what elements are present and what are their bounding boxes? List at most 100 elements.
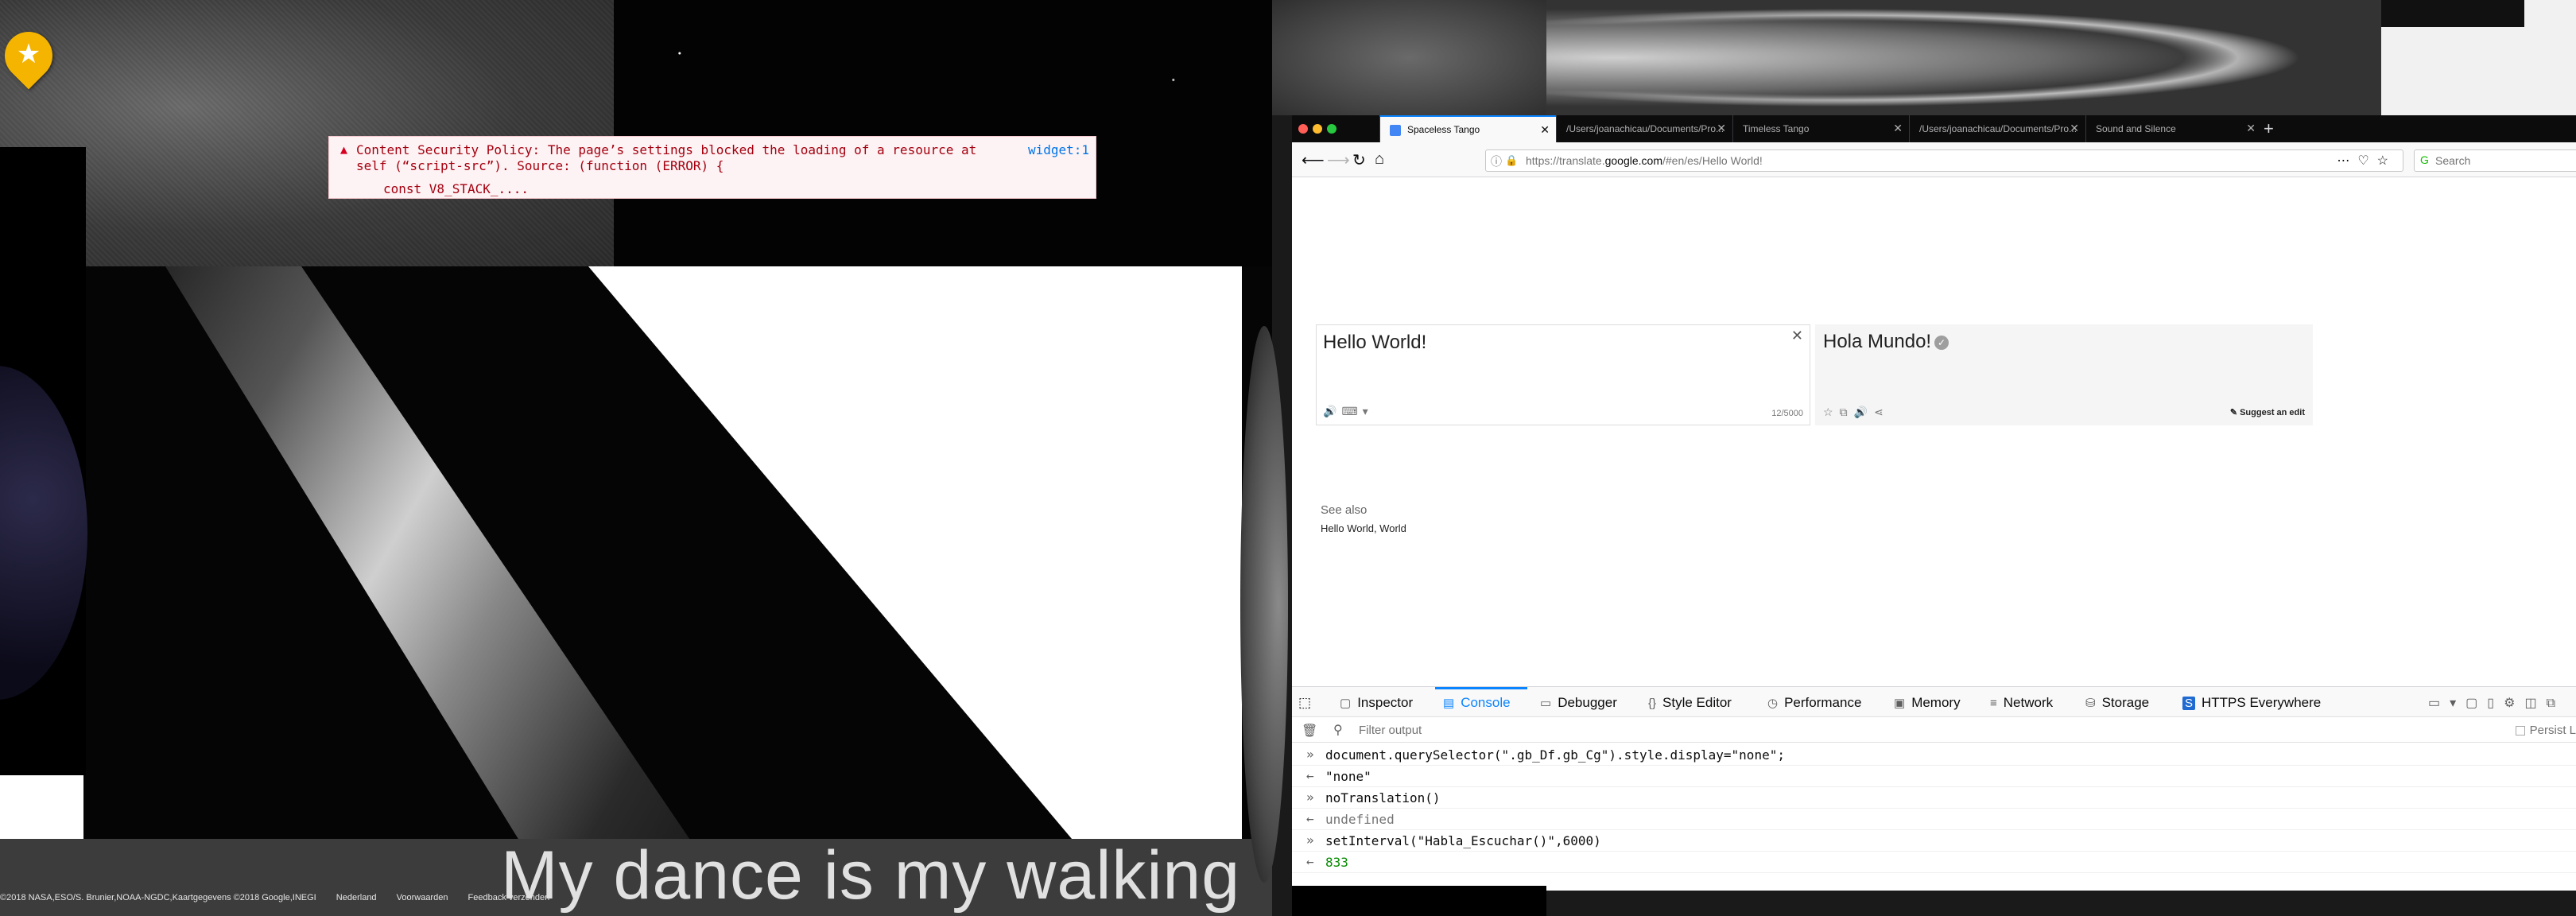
url-prefix: https://translate. (1526, 154, 1605, 167)
tab-spaceless-tango[interactable]: Spaceless Tango ✕ (1379, 115, 1556, 142)
star-icon[interactable]: ☆ (1823, 406, 1840, 418)
keyboard-icon[interactable]: ⌨▾ (1341, 405, 1372, 417)
tab-label: Sound and Silence (2096, 123, 2176, 134)
close-tab-icon[interactable]: ✕ (1717, 122, 1726, 135)
console-text: document.querySelector(".gb_Df.gb_Cg").s… (1325, 747, 1785, 763)
console-input-line[interactable]: » document.querySelector(".gb_Df.gb_Cg").… (1292, 744, 2576, 766)
close-window-button[interactable] (1298, 124, 1308, 134)
source-text-input[interactable]: Hello World! (1323, 332, 1426, 354)
dock-layout-icon[interactable]: ▭▾ (2428, 697, 2465, 710)
csp-error-detail[interactable]: const V8_STACK_.... (383, 181, 529, 196)
google-translate-favicon-icon (1390, 124, 1401, 136)
tab-console[interactable]: ▤ Console (1443, 695, 1511, 711)
active-tab-indicator (1435, 687, 1527, 689)
persist-logs-checkbox[interactable]: Persist L (2515, 724, 2576, 737)
source-text-box[interactable]: Hello World! ✕ 🔊⌨▾ 12/5000 (1316, 324, 1810, 425)
screenshot-icon[interactable]: ▢ (2465, 697, 2487, 710)
tab-performance[interactable]: ◷ Performance (1767, 695, 1861, 711)
csp-error-message: ▲ Content Security Policy: The page’s se… (328, 136, 1096, 199)
clear-source-icon[interactable]: ✕ (1791, 328, 1803, 344)
warning-icon: ▲ (340, 142, 348, 157)
tab-file-1[interactable]: /Users/joanachicau/Documents/Pro... ✕ (1556, 115, 1732, 142)
tab-https-everywhere[interactable]: S HTTPS Everywhere (2182, 695, 2321, 711)
filter-output-input[interactable]: Filter output (1359, 724, 1422, 737)
result-arrow-icon: ← (1306, 768, 1314, 783)
navigation-toolbar: ⟵ ⟶ ↻ ⌂ ⓘ 🔒 https://translate.google.com… (1292, 142, 2576, 177)
tab-memory[interactable]: ▣ Memory (1894, 695, 1961, 711)
tab-timeless-tango[interactable]: Timeless Tango ✕ (1732, 115, 1909, 142)
close-tab-icon[interactable]: ✕ (1893, 122, 1903, 135)
tab-network[interactable]: ≡ Network (1990, 695, 2053, 711)
error-source-link[interactable]: widget:1 (1028, 142, 1089, 157)
attribution-terms[interactable]: Voorwaarden (397, 893, 448, 902)
search-engine-icon[interactable]: G (2420, 153, 2429, 166)
lyric-caption: My dance is my walking (501, 837, 1241, 914)
see-also-links[interactable]: Hello World, World (1321, 522, 1406, 534)
storage-icon: ⛁ (2085, 697, 2096, 710)
map-attribution: ©2018 NASA,ESO/S. Brunier,NOAA-NGDC,Kaar… (0, 893, 567, 902)
moon-surface-texture (0, 0, 614, 266)
listen-speaker-icon[interactable]: 🔊 (1854, 406, 1874, 418)
attribution-region[interactable]: Nederland (336, 893, 377, 902)
home-icon[interactable]: ⌂ (1375, 150, 1384, 169)
console-input-line[interactable]: » setInterval("Habla_Escuchar()",6000) (1292, 830, 2576, 852)
console-result-line[interactable]: ← undefined (1292, 809, 2576, 830)
forward-arrow-icon[interactable]: ⟶ (1327, 150, 1350, 170)
maximize-window-button[interactable] (1327, 124, 1336, 134)
inspector-icon: ▢ (1340, 697, 1352, 710)
settings-gear-icon[interactable]: ⚙ (2504, 697, 2524, 710)
starfield (614, 0, 1272, 266)
clear-console-trash-icon[interactable]: 🗑 (1302, 723, 1317, 739)
search-bar[interactable]: G Search (2414, 149, 2576, 172)
tab-label: Performance (1784, 695, 1862, 710)
copy-icon[interactable]: ⧉ (1840, 406, 1854, 418)
verified-check-icon[interactable]: ✓ (1934, 335, 1949, 350)
console-input-line[interactable]: » noTranslation() (1292, 787, 2576, 809)
console-icon: ▤ (1443, 697, 1455, 710)
moon-texture-corner (1272, 0, 1546, 115)
element-picker-icon[interactable]: ⬚ (1298, 695, 1311, 711)
source-tools: 🔊⌨▾ (1323, 405, 1373, 418)
close-tab-icon[interactable]: ✕ (2070, 122, 2079, 135)
white-block (0, 775, 83, 839)
map-pin-star-icon[interactable]: ★ (0, 21, 63, 95)
responsive-mode-icon[interactable]: ▯ (2487, 697, 2504, 710)
back-arrow-icon[interactable]: ⟵ (1302, 150, 1325, 170)
console-filter-bar: 🗑 ⚲ Filter output Persist L (1292, 717, 2576, 743)
persist-label: Persist L (2529, 724, 2576, 737)
reload-icon[interactable]: ↻ (1352, 150, 1366, 170)
console-text: 833 (1325, 855, 1348, 870)
tab-file-2[interactable]: /Users/joanachicau/Documents/Pro... ✕ (1909, 115, 2085, 142)
translation-result: Hola Mundo! ✓ (1823, 331, 1949, 353)
page-actions[interactable]: ⋯♡☆ (2337, 153, 2396, 169)
console-result-line[interactable]: ← "none" (1292, 766, 2576, 787)
memory-icon: ▣ (1894, 697, 1906, 710)
listen-speaker-icon[interactable]: 🔊 (1323, 405, 1341, 417)
tab-inspector[interactable]: ▢ Inspector (1340, 695, 1413, 711)
see-also-heading: See also (1321, 503, 1368, 517)
close-tab-icon[interactable]: ✕ (1540, 123, 1550, 137)
new-tab-plus-icon[interactable]: + (2264, 118, 2274, 139)
minimize-window-button[interactable] (1313, 124, 1322, 134)
tab-storage[interactable]: ⛁ Storage (2085, 695, 2149, 711)
devtools-panel: ⬚ ▢ Inspector ▤ Console ▭ Debugger {} Style … (1292, 686, 2576, 891)
suggest-edit-button[interactable]: ✎ Suggest an edit (2230, 407, 2305, 417)
moon-edge (1240, 326, 1288, 883)
console-text: undefined (1325, 812, 1395, 827)
close-tab-icon[interactable]: ✕ (2246, 122, 2256, 135)
dock-side-icon[interactable]: ◫ (2524, 697, 2546, 710)
undock-icon[interactable]: ⧉ (2547, 697, 2565, 710)
firefox-window: Spaceless Tango ✕ /Users/joanachicau/Doc… (1292, 115, 2576, 891)
site-info-icon[interactable]: ⓘ (1491, 153, 1502, 169)
search-placeholder: Search (2435, 154, 2471, 167)
url-bar[interactable]: ⓘ 🔒 https://translate.google.com/#en/es/… (1485, 149, 2403, 172)
tab-style-editor[interactable]: {} Style Editor (1648, 695, 1732, 711)
checkbox-icon[interactable] (2515, 726, 2525, 736)
share-icon[interactable]: ⋖ (1874, 406, 1890, 418)
attribution-copyright: ©2018 NASA,ESO/S. Brunier,NOAA-NGDC,Kaar… (0, 893, 316, 902)
console-result-line[interactable]: ← 833 (1292, 852, 2576, 873)
tab-sound-and-silence[interactable]: Sound and Silence ✕ (2085, 115, 2262, 142)
filter-funnel-icon: ⚲ (1333, 724, 1343, 737)
tab-debugger[interactable]: ▭ Debugger (1540, 695, 1617, 711)
url-host: google.com (1604, 154, 1662, 167)
